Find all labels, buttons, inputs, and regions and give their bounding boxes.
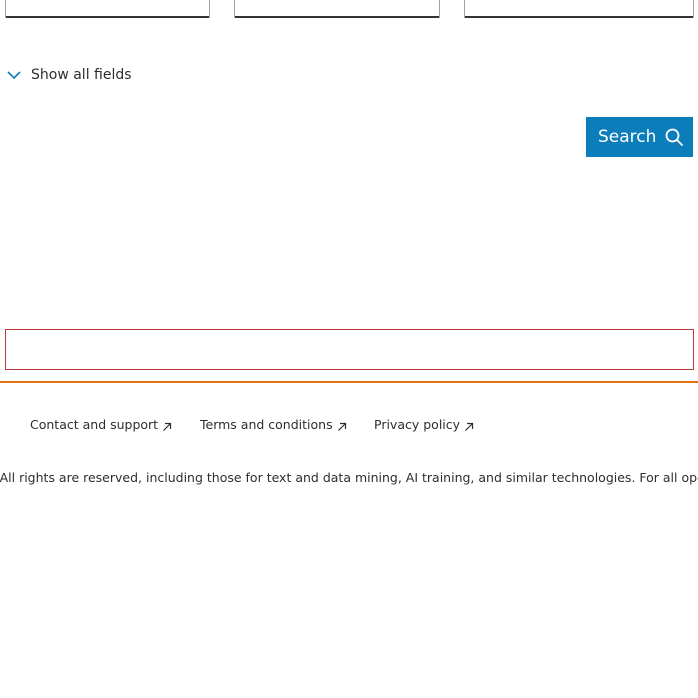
footer-link-contact[interactable]: Contact and support [30, 417, 172, 432]
external-link-arrow-icon [464, 420, 474, 431]
search-icon [664, 127, 684, 147]
footer-link-privacy[interactable]: Privacy policy [374, 417, 474, 432]
footer-divider [0, 381, 698, 383]
footer-link-label: Contact and support [30, 417, 159, 432]
search-button[interactable]: Search [586, 117, 693, 157]
external-link-arrow-icon [162, 420, 172, 431]
show-all-fields-toggle[interactable]: Show all fields [5, 66, 132, 84]
search-field-3[interactable] [464, 0, 694, 18]
search-button-label: Search [598, 127, 657, 147]
error-message-box [5, 329, 694, 370]
chevron-down-icon [5, 66, 23, 84]
show-all-fields-label: Show all fields [31, 67, 132, 83]
footer-link-label: Privacy policy [374, 417, 461, 432]
external-link-arrow-icon [337, 420, 347, 431]
footer-link-terms[interactable]: Terms and conditions [200, 417, 347, 432]
page: Show all fields Search Contact and suppo… [0, 0, 698, 698]
search-field-1[interactable] [5, 0, 210, 18]
footer-links: Contact and support Terms and conditions… [0, 417, 698, 437]
footer-link-label: Terms and conditions [200, 417, 333, 432]
search-field-2[interactable] [234, 0, 440, 18]
copyright-text: rs. All rights are reserved, including t… [0, 470, 698, 485]
